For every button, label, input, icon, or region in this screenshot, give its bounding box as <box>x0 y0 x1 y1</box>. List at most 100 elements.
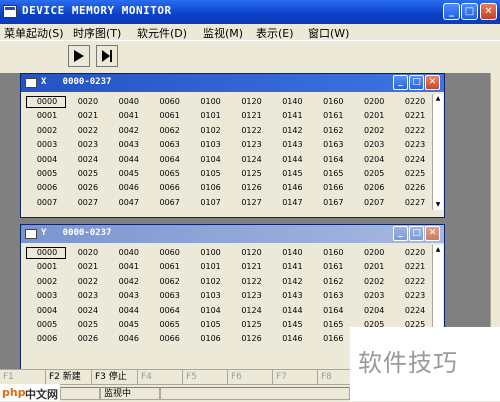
y-device-cell[interactable]: 0064 <box>147 304 193 317</box>
y-device-cell[interactable]: 0022 <box>65 275 111 288</box>
x-device-cell[interactable]: 0164 <box>310 153 356 166</box>
y-window-maximize[interactable]: □ <box>409 226 424 241</box>
x-device-cell[interactable]: 0040 <box>106 95 152 108</box>
y-device-cell[interactable]: 0163 <box>310 289 356 302</box>
x-device-cell[interactable]: 0205 <box>351 167 397 180</box>
x-device-cell[interactable]: 0165 <box>310 167 356 180</box>
x-window-close[interactable]: ✕ <box>425 75 440 90</box>
x-device-cell[interactable]: 0143 <box>269 138 315 151</box>
x-device-cell[interactable]: 0125 <box>229 167 275 180</box>
y-device-cell[interactable]: 0001 <box>24 260 70 273</box>
x-device-cell[interactable]: 0162 <box>310 124 356 137</box>
x-device-cell[interactable]: 0144 <box>269 153 315 166</box>
x-device-cell[interactable]: 0160 <box>310 95 356 108</box>
y-device-cell[interactable]: 0104 <box>188 304 234 317</box>
y-device-cell[interactable]: 0025 <box>65 318 111 331</box>
y-window-minimize[interactable]: _ <box>393 226 408 241</box>
x-device-cell[interactable]: 0126 <box>229 181 275 194</box>
x-window-minimize[interactable]: _ <box>393 75 408 90</box>
x-device-cell[interactable]: 0207 <box>351 196 397 209</box>
menu-window[interactable]: 窗口(W) <box>308 25 349 41</box>
x-device-cell[interactable]: 0043 <box>106 138 152 151</box>
y-device-cell[interactable]: 0142 <box>269 275 315 288</box>
x-device-cell[interactable]: 0104 <box>188 153 234 166</box>
menu-monitor[interactable]: 监视(M) <box>203 25 243 41</box>
y-device-cell[interactable]: 0000 <box>24 246 70 259</box>
menu-device[interactable]: 软元件(D) <box>137 25 187 41</box>
x-device-cell[interactable]: 0066 <box>147 181 193 194</box>
x-device-cell[interactable]: 0203 <box>351 138 397 151</box>
x-window-maximize[interactable]: □ <box>409 75 424 90</box>
y-device-cell[interactable]: 0004 <box>24 304 70 317</box>
fkey-1[interactable]: F1 <box>0 370 46 384</box>
y-window-close[interactable]: ✕ <box>425 226 440 241</box>
maximize-button[interactable]: □ <box>461 3 478 20</box>
y-device-cell[interactable]: 0020 <box>65 246 111 259</box>
y-device-cell[interactable]: 0063 <box>147 289 193 302</box>
y-device-cell[interactable]: 0105 <box>188 318 234 331</box>
y-device-cell[interactable]: 0005 <box>24 318 70 331</box>
close-button[interactable]: ✕ <box>480 3 497 20</box>
run-button[interactable] <box>68 45 90 67</box>
x-device-cell[interactable]: 0103 <box>188 138 234 151</box>
y-device-cell[interactable]: 0124 <box>229 304 275 317</box>
x-window-vscroll[interactable]: ▲ ▼ <box>432 94 443 210</box>
x-device-cell[interactable]: 0163 <box>310 138 356 151</box>
y-device-cell[interactable]: 0202 <box>351 275 397 288</box>
x-device-cell[interactable]: 0001 <box>24 109 70 122</box>
y-device-cell[interactable]: 0046 <box>106 332 152 345</box>
x-device-cell[interactable]: 0146 <box>269 181 315 194</box>
x-device-cell[interactable]: 0102 <box>188 124 234 137</box>
y-device-cell[interactable]: 0006 <box>24 332 70 345</box>
x-device-cell[interactable]: 0127 <box>229 196 275 209</box>
y-device-cell[interactable]: 0203 <box>351 289 397 302</box>
fkey-5[interactable]: F5 <box>183 370 228 384</box>
x-device-cell[interactable]: 0166 <box>310 181 356 194</box>
y-device-cell[interactable]: 0145 <box>269 318 315 331</box>
scroll-down-icon[interactable]: ▼ <box>434 201 442 208</box>
x-device-cell[interactable]: 0007 <box>24 196 70 209</box>
y-device-cell[interactable]: 0122 <box>229 275 275 288</box>
x-device-cell[interactable]: 0147 <box>269 196 315 209</box>
x-device-cell[interactable]: 0024 <box>65 153 111 166</box>
x-device-cell[interactable]: 0105 <box>188 167 234 180</box>
x-device-cell[interactable]: 0002 <box>24 124 70 137</box>
x-device-cell[interactable]: 0006 <box>24 181 70 194</box>
y-device-cell[interactable]: 0021 <box>65 260 111 273</box>
x-device-cell[interactable]: 0101 <box>188 109 234 122</box>
y-device-cell[interactable]: 0103 <box>188 289 234 302</box>
y-device-cell[interactable]: 0123 <box>229 289 275 302</box>
x-device-cell[interactable]: 0206 <box>351 181 397 194</box>
x-device-cell[interactable]: 0063 <box>147 138 193 151</box>
minimize-button[interactable]: _ <box>443 3 460 20</box>
y-window-titlebar[interactable]: Y 0000-0237 _ □ ✕ <box>21 225 444 243</box>
y-device-cell[interactable]: 0161 <box>310 260 356 273</box>
x-device-cell[interactable]: 0200 <box>351 95 397 108</box>
y-device-cell[interactable]: 0100 <box>188 246 234 259</box>
fkey-7[interactable]: F7 <box>273 370 318 384</box>
y-device-cell[interactable]: 0201 <box>351 260 397 273</box>
y-device-cell[interactable]: 0162 <box>310 275 356 288</box>
step-button[interactable] <box>96 45 118 67</box>
x-device-cell[interactable]: 0123 <box>229 138 275 151</box>
fkey-6[interactable]: F6 <box>228 370 273 384</box>
x-device-cell[interactable]: 0004 <box>24 153 70 166</box>
menu-start[interactable]: 菜单起动(S) <box>4 25 64 41</box>
x-device-cell[interactable]: 0140 <box>269 95 315 108</box>
x-device-cell[interactable]: 0023 <box>65 138 111 151</box>
x-device-cell[interactable]: 0167 <box>310 196 356 209</box>
x-device-cell[interactable]: 0022 <box>65 124 111 137</box>
y-device-cell[interactable]: 0065 <box>147 318 193 331</box>
x-window-titlebar[interactable]: X 0000-0237 _ □ ✕ <box>21 74 444 92</box>
fkey-4[interactable]: F4 <box>138 370 183 384</box>
x-device-cell[interactable]: 0026 <box>65 181 111 194</box>
x-device-cell[interactable]: 0120 <box>229 95 275 108</box>
y-device-cell[interactable]: 0061 <box>147 260 193 273</box>
x-device-cell[interactable]: 0201 <box>351 109 397 122</box>
y-device-cell[interactable]: 0200 <box>351 246 397 259</box>
fkey-3[interactable]: F3 停止 <box>92 370 138 384</box>
x-device-cell[interactable]: 0145 <box>269 167 315 180</box>
x-device-cell[interactable]: 0064 <box>147 153 193 166</box>
x-device-cell[interactable]: 0027 <box>65 196 111 209</box>
y-device-cell[interactable]: 0160 <box>310 246 356 259</box>
